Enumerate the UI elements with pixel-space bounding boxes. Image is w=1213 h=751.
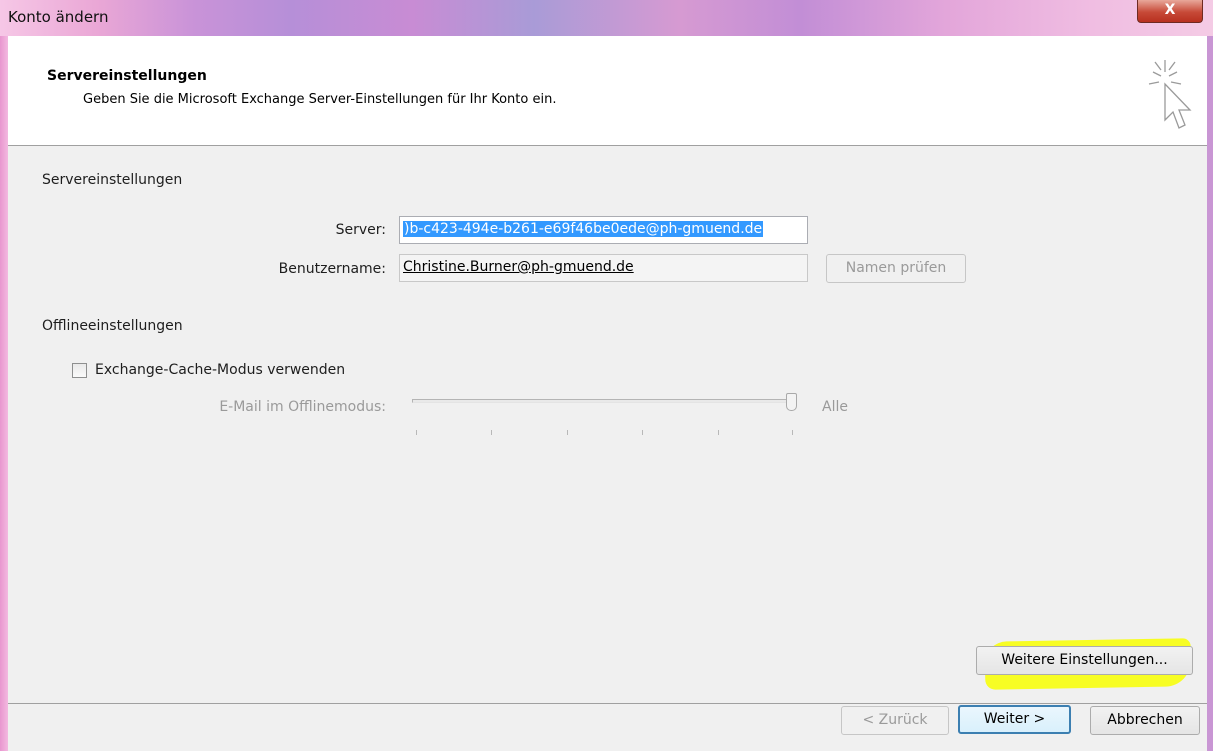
window-title: Konto ändern <box>8 8 109 26</box>
slider-tick <box>491 430 492 435</box>
more-settings-button[interactable]: Weitere Einstellungen... <box>976 646 1193 675</box>
slider-value-label: Alle <box>822 399 848 415</box>
slider-tick <box>792 430 793 435</box>
cancel-button[interactable]: Abbrechen <box>1090 706 1200 735</box>
window-frame-left <box>0 36 8 751</box>
server-label: Server: <box>335 222 386 238</box>
slider-tick <box>718 430 719 435</box>
server-field[interactable]: )b-c423-494e-b261-e69f46be0ede@ph-gmuend… <box>399 216 808 244</box>
header-title: Servereinstellungen <box>47 68 207 84</box>
close-icon: X <box>1164 2 1176 18</box>
server-value: )b-c423-494e-b261-e69f46be0ede@ph-gmuend… <box>403 221 764 237</box>
offline-section-heading: Offlineeinstellungen <box>42 318 183 334</box>
username-label: Benutzername: <box>278 261 386 277</box>
username-field[interactable]: Christine.Burner@ph-gmuend.de <box>399 254 808 282</box>
cache-mode-label[interactable]: Exchange-Cache-Modus verwenden <box>95 362 345 378</box>
wizard-header: Servereinstellungen Geben Sie die Micros… <box>8 36 1207 146</box>
slider-tick <box>642 430 643 435</box>
username-value: Christine.Burner@ph-gmuend.de <box>403 259 634 275</box>
server-section-heading: Servereinstellungen <box>42 172 183 188</box>
slider-tick <box>567 430 568 435</box>
footer-divider <box>8 703 1207 704</box>
back-button[interactable]: < Zurück <box>841 706 949 735</box>
window-frame-right <box>1207 36 1213 751</box>
mail-offline-slider-thumb[interactable] <box>786 393 797 411</box>
mail-offline-label: E-Mail im Offlinemodus: <box>219 399 386 415</box>
cache-mode-checkbox[interactable] <box>72 363 87 378</box>
close-button[interactable]: X <box>1137 0 1203 23</box>
header-subtitle: Geben Sie die Microsoft Exchange Server-… <box>83 92 557 107</box>
mail-offline-slider-track[interactable] <box>412 399 792 403</box>
title-bar: Konto ändern X <box>0 0 1213 36</box>
wizard-cursor-icon <box>1148 60 1192 129</box>
check-names-button[interactable]: Namen prüfen <box>826 254 966 283</box>
slider-tick <box>416 430 417 435</box>
next-button[interactable]: Weiter > <box>958 705 1071 734</box>
